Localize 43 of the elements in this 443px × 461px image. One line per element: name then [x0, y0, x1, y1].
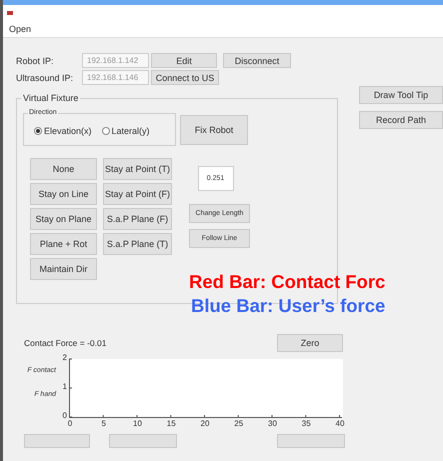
contact-force-label: Contact Force = -0.01 — [24, 338, 106, 348]
button[interactable]: Record Path — [359, 111, 443, 129]
tick-label: 40 — [334, 419, 346, 428]
radio-option[interactable]: Elevation(x) — [34, 126, 92, 136]
annotation-text: Red Bar: Contact Forc — [189, 270, 386, 294]
tick-label: 25 — [233, 419, 244, 428]
tick-label: 30 — [267, 419, 278, 428]
tick-label: 10 — [132, 419, 143, 428]
radio-button[interactable] — [34, 127, 42, 135]
tick-label: 0 — [62, 411, 67, 420]
tick-label: 35 — [300, 419, 312, 428]
button[interactable]: Draw Tool Tip — [359, 86, 443, 104]
button[interactable]: S.a.P Plane (F) — [103, 208, 172, 230]
button[interactable]: Connect to US — [151, 70, 219, 85]
button[interactable]: Stay on Line — [30, 183, 97, 205]
tick-label: 0 — [66, 419, 74, 428]
tick-label: 1 — [62, 382, 67, 391]
tick-label: 5 — [100, 419, 107, 428]
zero-button[interactable]: Zero — [277, 334, 343, 352]
fix-robot-button[interactable]: Fix Robot — [180, 115, 248, 145]
button[interactable]: Stay on Plane — [30, 208, 97, 230]
button[interactable]: Stay at Point (F) — [103, 183, 172, 205]
field-label: Robot IP: — [16, 56, 55, 66]
button[interactable]: Plane + Rot — [30, 233, 97, 255]
tick-label: 15 — [166, 419, 177, 428]
button[interactable] — [277, 434, 345, 448]
button[interactable]: Stay at Point (T) — [103, 158, 172, 180]
button[interactable] — [24, 434, 90, 448]
button[interactable]: None — [30, 158, 97, 180]
radio-button[interactable] — [102, 127, 110, 135]
tick-label: 20 — [200, 419, 210, 428]
button[interactable]: Disconnect — [223, 53, 291, 68]
field-label: Ultrasound IP: — [16, 72, 74, 82]
app-icon — [7, 10, 13, 14]
tick-label: 2 — [62, 353, 67, 362]
button[interactable]: Edit — [151, 53, 217, 68]
annotation-text: Blue Bar: User’s force — [191, 294, 386, 318]
button[interactable]: S.a.P Plane (T) — [103, 233, 172, 255]
radio-option[interactable]: Lateral(y) — [102, 126, 150, 136]
group-title: Virtual Fixture — [21, 93, 80, 103]
button[interactable] — [109, 434, 177, 448]
menu-item[interactable]: Open — [9, 24, 32, 34]
button[interactable]: Maintain Dir — [30, 258, 97, 280]
